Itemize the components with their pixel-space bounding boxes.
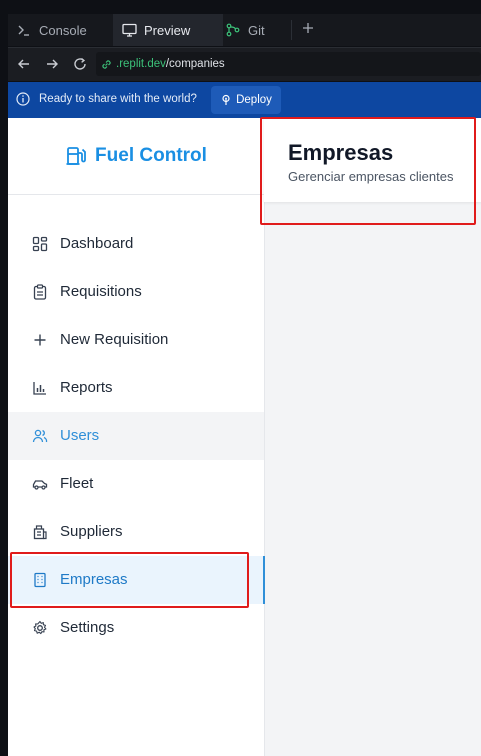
deploy-button[interactable]: Deploy xyxy=(211,86,281,114)
info-icon xyxy=(16,92,30,106)
active-indicator xyxy=(263,556,265,604)
grid-icon xyxy=(32,236,48,252)
tab-console-label: Console xyxy=(39,22,87,38)
sidebar-item-requisitions[interactable]: Requisitions xyxy=(8,268,264,316)
sidebar-item-reports[interactable]: Reports xyxy=(8,364,264,412)
sidebar-item-label: Suppliers xyxy=(60,523,123,540)
banner-message: Ready to share with the world? xyxy=(39,93,197,105)
sidebar-item-label: New Requisition xyxy=(60,331,169,348)
users-icon xyxy=(32,429,48,443)
link-icon xyxy=(100,57,114,71)
tab-git[interactable]: Git xyxy=(215,14,300,46)
new-tab-button[interactable] xyxy=(298,14,318,46)
sidebar-item-label: Fleet xyxy=(60,475,94,492)
brand[interactable]: Fuel Control xyxy=(8,118,264,195)
highlight-box-empresas xyxy=(10,552,249,608)
monitor-icon xyxy=(121,22,137,38)
terminal-icon xyxy=(16,22,32,38)
url-path: /companies xyxy=(165,58,225,70)
sidebar-item-label: Reports xyxy=(60,379,113,396)
tab-git-label: Git xyxy=(248,22,265,38)
sidebar-item-label: Dashboard xyxy=(60,235,134,252)
car-icon xyxy=(32,480,48,490)
sidebar-item-label: Users xyxy=(60,427,100,444)
replit-window: Console Preview Git .replit.dev /compani… xyxy=(8,0,481,756)
sidebar-item-label: Requisitions xyxy=(60,283,142,300)
deploy-label: Deploy xyxy=(236,94,272,106)
bar-chart-icon xyxy=(33,382,46,395)
arrow-right-icon xyxy=(47,59,58,69)
gear-icon xyxy=(33,620,47,635)
deploy-icon xyxy=(222,94,230,105)
clipboard-icon xyxy=(33,284,47,300)
sidebar-item-label: Settings xyxy=(60,619,115,636)
fuel-pump-icon xyxy=(66,147,86,165)
tab-preview[interactable]: Preview xyxy=(113,14,223,46)
back-button[interactable] xyxy=(16,56,32,72)
tab-bar: Console Preview Git xyxy=(8,14,481,46)
url-input[interactable]: .replit.dev/companies xyxy=(96,52,481,76)
tab-divider xyxy=(291,20,292,40)
sidebar-item-users[interactable]: Users xyxy=(8,412,264,460)
sidebar-item-new-requisition[interactable]: New Requisition xyxy=(8,316,264,364)
highlight-box-header xyxy=(260,117,476,225)
plus-icon xyxy=(302,21,314,39)
brand-name: Fuel Control xyxy=(95,145,207,166)
refresh-icon xyxy=(74,57,86,70)
reload-button[interactable] xyxy=(72,56,88,72)
arrow-left-icon xyxy=(18,59,29,69)
git-icon xyxy=(225,22,241,38)
plus-icon xyxy=(34,334,46,346)
sidebar: Fuel Control Dashboard Requisitions New … xyxy=(8,118,265,756)
forward-button[interactable] xyxy=(44,56,60,72)
url-domain: .replit.dev xyxy=(116,58,166,70)
tab-preview-label: Preview xyxy=(144,22,191,38)
address-bar: .replit.dev/companies xyxy=(8,47,481,81)
sidebar-item-dashboard[interactable]: Dashboard xyxy=(8,220,264,268)
store-icon xyxy=(33,525,47,540)
sidebar-item-fleet[interactable]: Fleet xyxy=(8,460,264,508)
sidebar-item-settings[interactable]: Settings xyxy=(8,604,264,652)
deploy-banner: Ready to share with the world? Deploy xyxy=(8,82,481,118)
sidebar-item-suppliers[interactable]: Suppliers xyxy=(8,508,264,556)
tab-console[interactable]: Console xyxy=(8,14,121,46)
